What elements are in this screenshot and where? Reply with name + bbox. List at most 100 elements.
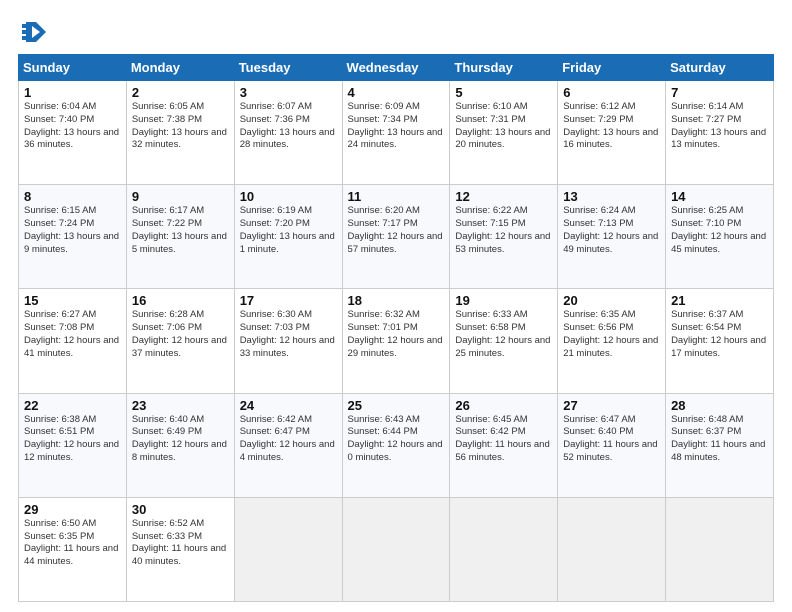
day-info: Sunrise: 6:42 AMSunset: 6:47 PMDaylight:… — [240, 414, 337, 465]
day-number: 6 — [563, 85, 660, 100]
day-info: Sunrise: 6:47 AMSunset: 6:40 PMDaylight:… — [563, 414, 660, 465]
calendar-cell: 18Sunrise: 6:32 AMSunset: 7:01 PMDayligh… — [342, 289, 450, 393]
day-info: Sunrise: 6:04 AMSunset: 7:40 PMDaylight:… — [24, 101, 121, 152]
calendar-week-row: 8Sunrise: 6:15 AMSunset: 7:24 PMDaylight… — [19, 185, 774, 289]
day-number: 20 — [563, 293, 660, 308]
day-info: Sunrise: 6:14 AMSunset: 7:27 PMDaylight:… — [671, 101, 768, 152]
day-info: Sunrise: 6:33 AMSunset: 6:58 PMDaylight:… — [455, 309, 552, 360]
day-info: Sunrise: 6:19 AMSunset: 7:20 PMDaylight:… — [240, 205, 337, 256]
day-info: Sunrise: 6:17 AMSunset: 7:22 PMDaylight:… — [132, 205, 229, 256]
calendar-cell — [450, 497, 558, 601]
calendar-cell — [666, 497, 774, 601]
day-number: 10 — [240, 189, 337, 204]
header-row: Sunday Monday Tuesday Wednesday Thursday… — [19, 55, 774, 81]
day-info: Sunrise: 6:32 AMSunset: 7:01 PMDaylight:… — [348, 309, 445, 360]
day-number: 18 — [348, 293, 445, 308]
day-number: 1 — [24, 85, 121, 100]
calendar-cell: 30Sunrise: 6:52 AMSunset: 6:33 PMDayligh… — [126, 497, 234, 601]
calendar-cell: 15Sunrise: 6:27 AMSunset: 7:08 PMDayligh… — [19, 289, 127, 393]
day-number: 5 — [455, 85, 552, 100]
day-number: 21 — [671, 293, 768, 308]
day-info: Sunrise: 6:43 AMSunset: 6:44 PMDaylight:… — [348, 414, 445, 465]
calendar-cell: 28Sunrise: 6:48 AMSunset: 6:37 PMDayligh… — [666, 393, 774, 497]
day-info: Sunrise: 6:45 AMSunset: 6:42 PMDaylight:… — [455, 414, 552, 465]
day-number: 25 — [348, 398, 445, 413]
calendar-cell — [558, 497, 666, 601]
calendar-cell: 7Sunrise: 6:14 AMSunset: 7:27 PMDaylight… — [666, 81, 774, 185]
day-info: Sunrise: 6:07 AMSunset: 7:36 PMDaylight:… — [240, 101, 337, 152]
day-info: Sunrise: 6:48 AMSunset: 6:37 PMDaylight:… — [671, 414, 768, 465]
calendar-cell: 16Sunrise: 6:28 AMSunset: 7:06 PMDayligh… — [126, 289, 234, 393]
calendar-cell: 23Sunrise: 6:40 AMSunset: 6:49 PMDayligh… — [126, 393, 234, 497]
calendar-cell: 19Sunrise: 6:33 AMSunset: 6:58 PMDayligh… — [450, 289, 558, 393]
calendar-week-row: 29Sunrise: 6:50 AMSunset: 6:35 PMDayligh… — [19, 497, 774, 601]
day-info: Sunrise: 6:22 AMSunset: 7:15 PMDaylight:… — [455, 205, 552, 256]
calendar-cell: 27Sunrise: 6:47 AMSunset: 6:40 PMDayligh… — [558, 393, 666, 497]
day-info: Sunrise: 6:25 AMSunset: 7:10 PMDaylight:… — [671, 205, 768, 256]
calendar-cell: 2Sunrise: 6:05 AMSunset: 7:38 PMDaylight… — [126, 81, 234, 185]
calendar-cell: 17Sunrise: 6:30 AMSunset: 7:03 PMDayligh… — [234, 289, 342, 393]
day-number: 7 — [671, 85, 768, 100]
day-info: Sunrise: 6:38 AMSunset: 6:51 PMDaylight:… — [24, 414, 121, 465]
logo-icon — [18, 18, 48, 48]
calendar-cell: 11Sunrise: 6:20 AMSunset: 7:17 PMDayligh… — [342, 185, 450, 289]
day-info: Sunrise: 6:28 AMSunset: 7:06 PMDaylight:… — [132, 309, 229, 360]
page: Sunday Monday Tuesday Wednesday Thursday… — [0, 0, 792, 612]
col-monday: Monday — [126, 55, 234, 81]
day-number: 2 — [132, 85, 229, 100]
day-info: Sunrise: 6:24 AMSunset: 7:13 PMDaylight:… — [563, 205, 660, 256]
day-number: 30 — [132, 502, 229, 517]
calendar-table: Sunday Monday Tuesday Wednesday Thursday… — [18, 54, 774, 602]
day-number: 28 — [671, 398, 768, 413]
day-number: 13 — [563, 189, 660, 204]
header — [18, 18, 774, 48]
col-thursday: Thursday — [450, 55, 558, 81]
calendar-cell: 10Sunrise: 6:19 AMSunset: 7:20 PMDayligh… — [234, 185, 342, 289]
calendar-cell: 6Sunrise: 6:12 AMSunset: 7:29 PMDaylight… — [558, 81, 666, 185]
calendar-cell: 14Sunrise: 6:25 AMSunset: 7:10 PMDayligh… — [666, 185, 774, 289]
day-number: 26 — [455, 398, 552, 413]
calendar-cell: 26Sunrise: 6:45 AMSunset: 6:42 PMDayligh… — [450, 393, 558, 497]
calendar-cell: 8Sunrise: 6:15 AMSunset: 7:24 PMDaylight… — [19, 185, 127, 289]
day-number: 9 — [132, 189, 229, 204]
calendar-cell: 3Sunrise: 6:07 AMSunset: 7:36 PMDaylight… — [234, 81, 342, 185]
calendar-cell: 21Sunrise: 6:37 AMSunset: 6:54 PMDayligh… — [666, 289, 774, 393]
day-number: 29 — [24, 502, 121, 517]
day-info: Sunrise: 6:40 AMSunset: 6:49 PMDaylight:… — [132, 414, 229, 465]
calendar-week-row: 1Sunrise: 6:04 AMSunset: 7:40 PMDaylight… — [19, 81, 774, 185]
col-sunday: Sunday — [19, 55, 127, 81]
day-number: 14 — [671, 189, 768, 204]
calendar-cell: 12Sunrise: 6:22 AMSunset: 7:15 PMDayligh… — [450, 185, 558, 289]
day-info: Sunrise: 6:20 AMSunset: 7:17 PMDaylight:… — [348, 205, 445, 256]
col-friday: Friday — [558, 55, 666, 81]
day-number: 24 — [240, 398, 337, 413]
calendar-cell: 4Sunrise: 6:09 AMSunset: 7:34 PMDaylight… — [342, 81, 450, 185]
col-wednesday: Wednesday — [342, 55, 450, 81]
day-info: Sunrise: 6:09 AMSunset: 7:34 PMDaylight:… — [348, 101, 445, 152]
day-number: 8 — [24, 189, 121, 204]
day-number: 11 — [348, 189, 445, 204]
day-info: Sunrise: 6:50 AMSunset: 6:35 PMDaylight:… — [24, 518, 121, 569]
calendar-cell — [234, 497, 342, 601]
calendar-week-row: 22Sunrise: 6:38 AMSunset: 6:51 PMDayligh… — [19, 393, 774, 497]
calendar-cell: 22Sunrise: 6:38 AMSunset: 6:51 PMDayligh… — [19, 393, 127, 497]
calendar-cell: 13Sunrise: 6:24 AMSunset: 7:13 PMDayligh… — [558, 185, 666, 289]
day-number: 12 — [455, 189, 552, 204]
day-number: 4 — [348, 85, 445, 100]
calendar-cell: 25Sunrise: 6:43 AMSunset: 6:44 PMDayligh… — [342, 393, 450, 497]
col-tuesday: Tuesday — [234, 55, 342, 81]
calendar-cell: 24Sunrise: 6:42 AMSunset: 6:47 PMDayligh… — [234, 393, 342, 497]
calendar-cell: 29Sunrise: 6:50 AMSunset: 6:35 PMDayligh… — [19, 497, 127, 601]
day-info: Sunrise: 6:15 AMSunset: 7:24 PMDaylight:… — [24, 205, 121, 256]
day-number: 16 — [132, 293, 229, 308]
day-number: 17 — [240, 293, 337, 308]
calendar-cell: 1Sunrise: 6:04 AMSunset: 7:40 PMDaylight… — [19, 81, 127, 185]
day-info: Sunrise: 6:37 AMSunset: 6:54 PMDaylight:… — [671, 309, 768, 360]
day-info: Sunrise: 6:27 AMSunset: 7:08 PMDaylight:… — [24, 309, 121, 360]
calendar-cell — [342, 497, 450, 601]
col-saturday: Saturday — [666, 55, 774, 81]
day-info: Sunrise: 6:35 AMSunset: 6:56 PMDaylight:… — [563, 309, 660, 360]
day-number: 23 — [132, 398, 229, 413]
day-number: 3 — [240, 85, 337, 100]
day-info: Sunrise: 6:10 AMSunset: 7:31 PMDaylight:… — [455, 101, 552, 152]
